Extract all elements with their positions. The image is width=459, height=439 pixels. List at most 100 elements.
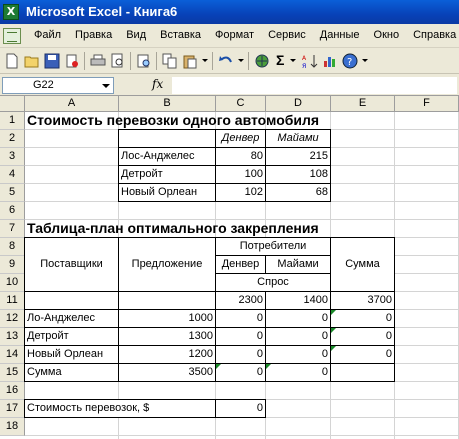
demand-total[interactable]: 3700 (331, 292, 394, 309)
cost-value[interactable]: 100 (216, 166, 265, 183)
cost-header-denver[interactable]: Денвер (216, 130, 265, 147)
formula-input[interactable] (172, 77, 457, 94)
plan-total-supply[interactable]: 3500 (119, 364, 215, 381)
row-header-8[interactable]: 8 (0, 238, 25, 256)
plan-supply-value[interactable]: 1300 (119, 328, 215, 345)
plan-header-denver[interactable]: Денвер (216, 256, 265, 273)
plan-total-denver[interactable]: 0 (216, 364, 265, 381)
plan-value-denver[interactable]: 0 (216, 310, 265, 327)
row-header-13[interactable]: 13 (0, 328, 25, 346)
column-header-a[interactable]: A (25, 96, 119, 112)
plan-supplier-name[interactable]: Новый Орлеан (25, 346, 118, 363)
menu-help[interactable]: Справка (413, 29, 456, 41)
insert-function-icon[interactable]: fx (152, 77, 163, 91)
row-header-2[interactable]: 2 (0, 130, 25, 148)
plan-header-miami[interactable]: Майами (266, 256, 330, 273)
plan-supply-value[interactable]: 1000 (119, 310, 215, 327)
cost-row-name[interactable]: Новый Орлеан (119, 184, 215, 201)
plan-supply-value[interactable]: 1200 (119, 346, 215, 363)
menu-window[interactable]: Окно (374, 29, 400, 41)
plan-header-demand[interactable]: Спрос (216, 274, 330, 291)
undo-icon[interactable] (218, 53, 234, 69)
row-header-9[interactable]: 9 (0, 256, 25, 274)
sheet-title-plan[interactable]: Таблица-план оптимального закрепления (25, 220, 458, 237)
help-icon[interactable]: ? (342, 53, 358, 69)
plan-supplier-name[interactable]: Ло-Анджелес (25, 310, 118, 327)
plan-value-denver[interactable]: 0 (216, 328, 265, 345)
row-header-4[interactable]: 4 (0, 166, 25, 184)
row-header-11[interactable]: 11 (0, 292, 25, 310)
menu-data[interactable]: Данные (320, 29, 360, 41)
plan-supplier-name[interactable]: Детройт (25, 328, 118, 345)
row-header-15[interactable]: 15 (0, 364, 25, 382)
row-header-14[interactable]: 14 (0, 346, 25, 364)
menu-view[interactable]: Вид (126, 29, 146, 41)
column-header-e[interactable]: E (331, 96, 395, 112)
column-header-d[interactable]: D (266, 96, 331, 112)
cost-header-miami[interactable]: Майами (266, 130, 330, 147)
menu-file[interactable]: Файл (34, 29, 61, 41)
autosum-icon[interactable]: Σ (276, 52, 284, 68)
select-all-corner[interactable] (0, 96, 25, 112)
print-icon[interactable] (90, 53, 106, 69)
plan-value-denver[interactable]: 0 (216, 346, 265, 363)
new-icon[interactable] (4, 53, 20, 69)
sheet-title-cost[interactable]: Стоимость перевозки одного автомобиля (25, 112, 458, 129)
menu-tools[interactable]: Сервис (268, 29, 306, 41)
cost-value[interactable]: 102 (216, 184, 265, 201)
permission-icon[interactable] (64, 53, 80, 69)
row-header-12[interactable]: 12 (0, 310, 25, 328)
cost-value[interactable]: 108 (266, 166, 330, 183)
sort-icon[interactable]: АЯ (302, 53, 318, 69)
row-header-16[interactable]: 16 (0, 382, 25, 400)
cost-row-name[interactable]: Лос-Анджелес (119, 148, 215, 165)
research-icon[interactable] (136, 53, 152, 69)
menu-insert[interactable]: Вставка (160, 29, 201, 41)
plan-total-miami[interactable]: 0 (266, 364, 330, 381)
demand-miami[interactable]: 1400 (266, 292, 330, 309)
print-preview-icon[interactable] (110, 53, 126, 69)
row-header-6[interactable]: 6 (0, 202, 25, 220)
chevron-down-icon[interactable] (102, 84, 110, 88)
plan-value-miami[interactable]: 0 (266, 310, 330, 327)
row-header-18[interactable]: 18 (0, 418, 25, 436)
cost-value[interactable]: 68 (266, 184, 330, 201)
copy-icon[interactable] (162, 53, 178, 69)
menu-edit[interactable]: Правка (75, 29, 112, 41)
plan-row-sum[interactable]: 0 (331, 328, 394, 345)
plan-total-label[interactable]: Сумма (25, 364, 118, 381)
column-header-f[interactable]: F (395, 96, 459, 112)
total-cost-value[interactable]: 0 (216, 400, 265, 417)
cost-value[interactable]: 80 (216, 148, 265, 165)
column-header-c[interactable]: C (216, 96, 266, 112)
plan-value-miami[interactable]: 0 (266, 346, 330, 363)
name-box[interactable]: G22 (2, 77, 114, 94)
plan-header-suppliers[interactable]: Поставщики (25, 238, 118, 291)
worksheet-grid[interactable]: ABCDEF 1 2 3 4 5 6 7 8 9 10 11 12 13 14 15 16 17 18 Стоим… (0, 96, 459, 439)
chart-icon[interactable] (322, 53, 338, 69)
workbook-icon[interactable] (3, 28, 21, 44)
demand-denver[interactable]: 2300 (216, 292, 265, 309)
paste-icon[interactable] (182, 53, 198, 69)
plan-header-sum[interactable]: Сумма (331, 238, 394, 291)
row-header-7[interactable]: 7 (0, 220, 25, 238)
menu-format[interactable]: Формат (215, 29, 254, 41)
hyperlink-icon[interactable] (254, 53, 270, 69)
row-header-1[interactable]: 1 (0, 112, 25, 130)
total-cost-label[interactable]: Стоимость перевозок, $ (25, 400, 215, 417)
plan-row-sum[interactable]: 0 (331, 310, 394, 327)
plan-header-consumers[interactable]: Потребители (216, 238, 330, 255)
cost-row-name[interactable]: Детройт (119, 166, 215, 183)
plan-value-miami[interactable]: 0 (266, 328, 330, 345)
excel-app-icon[interactable]: X (3, 4, 19, 20)
row-header-3[interactable]: 3 (0, 148, 25, 166)
plan-row-sum[interactable]: 0 (331, 346, 394, 363)
undo-dropdown-icon[interactable] (238, 59, 244, 62)
row-header-10[interactable]: 10 (0, 274, 25, 292)
autosum-dropdown-icon[interactable] (290, 59, 296, 62)
column-header-b[interactable]: B (119, 96, 216, 112)
plan-header-supply[interactable]: Предложение (119, 238, 215, 291)
open-icon[interactable] (24, 53, 40, 69)
paste-dropdown-icon[interactable] (202, 59, 208, 62)
save-icon[interactable] (44, 53, 60, 69)
